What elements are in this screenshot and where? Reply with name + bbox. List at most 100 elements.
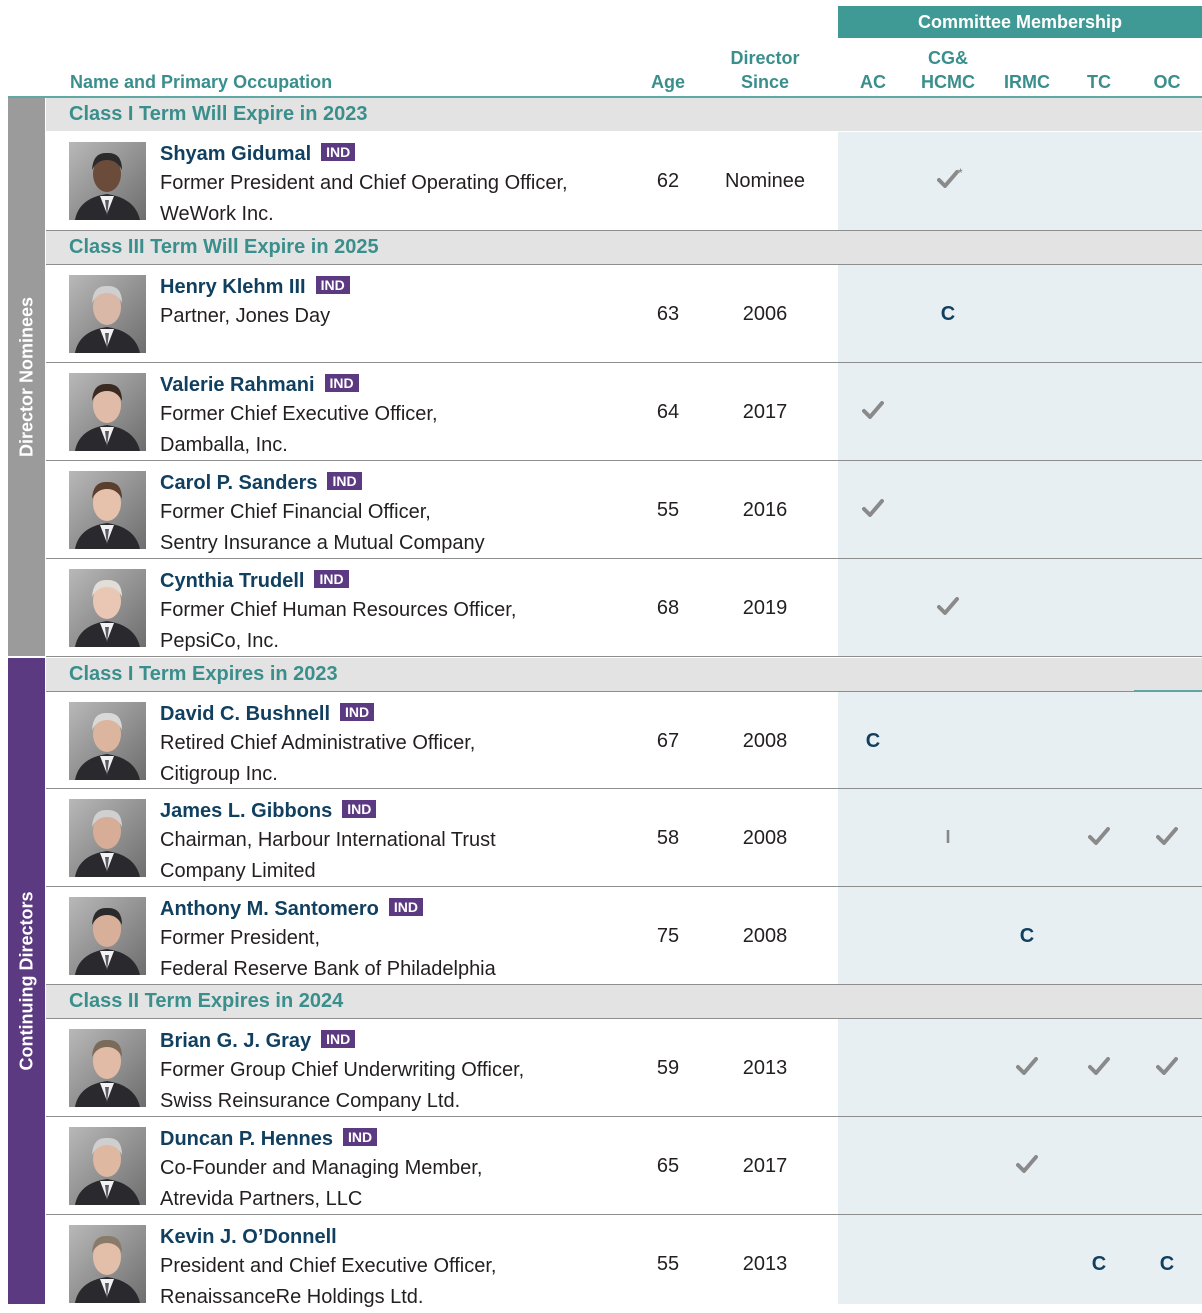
director-occupation: Former President, — [160, 927, 321, 949]
committee-panel — [838, 132, 1202, 230]
director-since: Nominee — [724, 170, 806, 192]
committee-header-ac: AC — [860, 72, 886, 92]
independent-badge: IND — [342, 800, 377, 818]
director-name-line: Cynthia Trudell IND — [160, 570, 349, 593]
director-since: 2017 — [742, 1155, 788, 1177]
committee-header-oc: OC — [1153, 72, 1181, 92]
director-since: 2008 — [742, 827, 788, 849]
director-photo — [69, 275, 146, 353]
checkmark-icon — [1137, 1057, 1197, 1080]
director-occupation: Company Limited — [160, 860, 316, 882]
director-name-line: Kevin J. O’Donnell — [160, 1226, 337, 1249]
section-title: Class II Term Expires in 2024 — [69, 990, 344, 1012]
director-age: 58 — [656, 827, 680, 849]
director-since: 2008 — [742, 730, 788, 752]
independent-badge: IND — [388, 898, 424, 916]
row-divider — [46, 1018, 1202, 1019]
director-since: 2008 — [742, 925, 788, 947]
director-name-line: Brian G. J. Gray IND — [160, 1030, 356, 1053]
director-occupation: PepsiCo, Inc. — [160, 630, 279, 652]
director-occupation: President and Chief Executive Officer, — [160, 1255, 497, 1277]
committee-chair-mark: C — [1091, 1253, 1107, 1275]
director-since-header-line1: Director — [730, 48, 800, 68]
director-photo — [69, 471, 146, 549]
committee-chair-mark: C — [1159, 1253, 1175, 1275]
checkmark-icon: * — [918, 166, 978, 193]
committee-header-tc: TC — [1087, 72, 1111, 92]
row-divider — [46, 691, 1202, 692]
director-name-line: Valerie Rahmani IND — [160, 374, 359, 397]
section-title: Class I Term Will Expire in 2023 — [69, 103, 368, 125]
group-sidebar-continuing: Continuing Directors — [8, 658, 45, 1304]
section-header: Class III Term Will Expire in 2025 — [46, 231, 1202, 264]
section-title: Class III Term Will Expire in 2025 — [69, 236, 379, 258]
independent-badge: IND — [343, 1128, 378, 1146]
checkmark-icon — [1137, 827, 1197, 850]
director-photo — [69, 569, 146, 647]
group-label: Director Nominees — [16, 296, 36, 458]
independent-badge: IND — [327, 472, 362, 490]
committee-header-irmc: IRMC — [1004, 72, 1050, 92]
director-name-line: Duncan P. Hennes IND — [160, 1128, 378, 1151]
group-label: Continuing Directors — [16, 891, 36, 1071]
director-name-line: Anthony M. Santomero IND — [160, 898, 424, 921]
director-occupation: WeWork Inc. — [160, 203, 274, 225]
director-since: 2016 — [742, 499, 788, 521]
group-sidebar-nominees: Director Nominees — [8, 98, 45, 656]
director-occupation: Retired Chief Administrative Officer, — [160, 732, 476, 754]
committee-chair-mark: C — [940, 303, 956, 325]
director-since: 2013 — [742, 1253, 788, 1275]
director-photo — [69, 1225, 146, 1303]
independent-badge: IND — [324, 374, 359, 392]
director-age: 59 — [656, 1057, 680, 1079]
committee-header-cghcmc-line1: CG& — [928, 48, 968, 68]
director-occupation: Former Group Chief Underwriting Officer, — [160, 1059, 525, 1081]
director-name: Kevin J. O’Donnell — [160, 1226, 337, 1248]
name-column-header: Name and Primary Occupation — [70, 72, 333, 92]
checkmark-icon — [1069, 827, 1129, 850]
director-photo — [69, 142, 146, 220]
section-header: Class II Term Expires in 2024 — [46, 985, 1202, 1018]
director-photo — [69, 702, 146, 780]
checkmark-icon — [843, 499, 903, 522]
director-age: 63 — [656, 303, 680, 325]
director-since: 2006 — [742, 303, 788, 325]
director-occupation: Former President and Chief Operating Off… — [160, 172, 568, 194]
director-age: 65 — [656, 1155, 680, 1177]
section-header: Class I Term Expires in 2023 — [46, 658, 1202, 691]
director-name-line: Shyam Gidumal IND — [160, 143, 356, 166]
director-age: 55 — [656, 1253, 680, 1275]
row-divider — [46, 264, 1202, 265]
director-occupation: Citigroup Inc. — [160, 763, 278, 785]
director-occupation: Swiss Reinsurance Company Ltd. — [160, 1090, 461, 1112]
director-photo — [69, 373, 146, 451]
director-occupation: Damballa, Inc. — [160, 434, 288, 456]
checkmark-icon — [918, 597, 978, 620]
independent-badge: IND — [321, 1030, 356, 1048]
director-occupation: RenaissanceRe Holdings Ltd. — [160, 1286, 424, 1308]
director-occupation: Former Chief Human Resources Officer, — [160, 599, 517, 621]
checkmark-icon — [997, 1057, 1057, 1080]
director-name: Anthony M. Santomero — [160, 898, 379, 920]
director-since: 2013 — [742, 1057, 788, 1079]
row-divider — [46, 230, 1202, 231]
director-occupation: Chairman, Harbour International Trust — [160, 829, 496, 851]
director-name: Valerie Rahmani — [160, 374, 315, 396]
director-age: 75 — [656, 925, 680, 947]
section-header: Class I Term Will Expire in 2023 — [46, 98, 1202, 131]
footnote-asterisk: * — [958, 166, 963, 180]
committee-membership-header: Committee Membership — [838, 6, 1202, 38]
director-since: 2017 — [742, 401, 788, 423]
director-photo — [69, 1127, 146, 1205]
director-age: 64 — [656, 401, 680, 423]
director-name: Henry Klehm III — [160, 276, 306, 298]
section-title: Class I Term Expires in 2023 — [69, 663, 338, 685]
director-since: 2019 — [742, 597, 788, 619]
director-occupation: Co-Founder and Managing Member, — [160, 1157, 483, 1179]
row-divider — [46, 362, 1202, 363]
director-age: 68 — [656, 597, 680, 619]
director-photo — [69, 897, 146, 975]
independent-badge: IND — [314, 570, 349, 588]
director-age: 62 — [656, 170, 680, 192]
director-since-header-line2: Since — [740, 72, 790, 92]
